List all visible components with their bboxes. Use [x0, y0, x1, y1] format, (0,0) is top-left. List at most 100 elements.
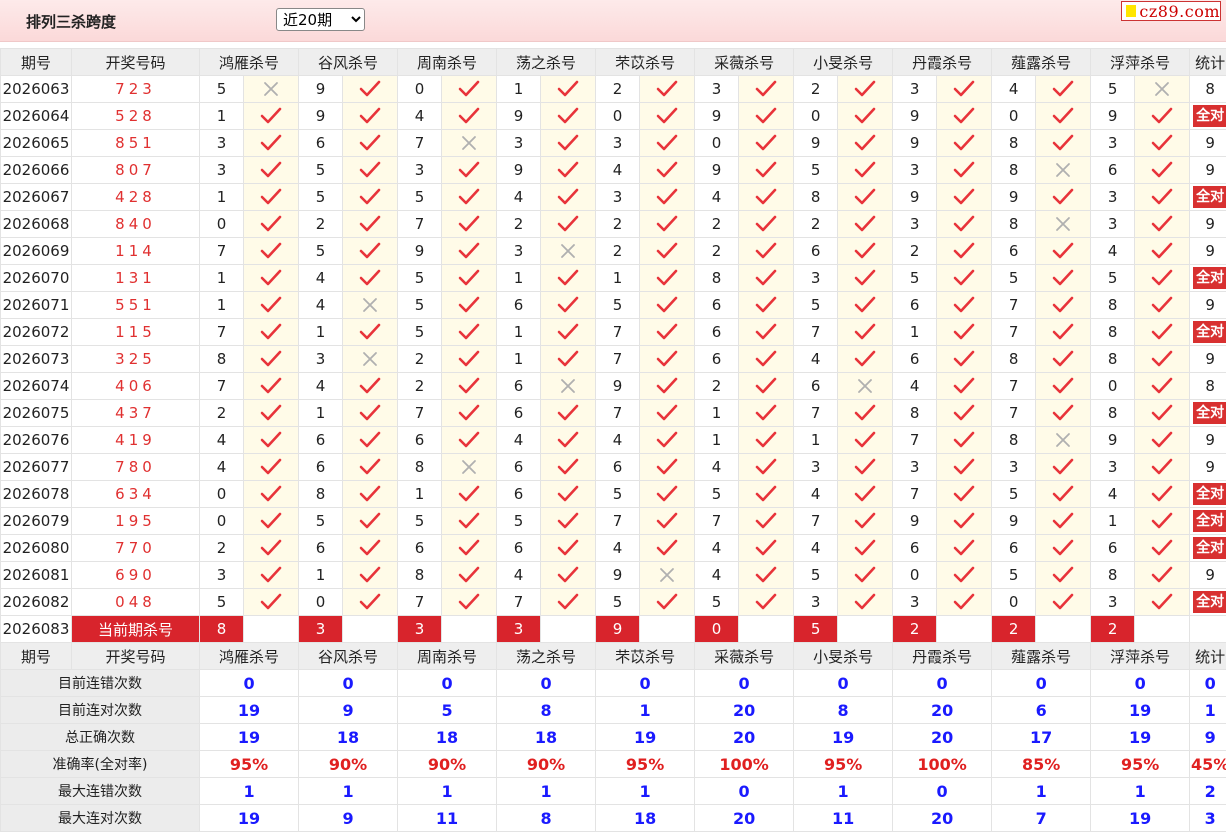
- check-icon: [854, 458, 876, 476]
- kill-number-cell: 6: [893, 346, 937, 373]
- kill-number-cell: 2: [596, 211, 640, 238]
- check-icon: [854, 269, 876, 287]
- stat-value: 5: [398, 697, 497, 724]
- kill-number-cell: 6: [497, 373, 541, 400]
- check-icon: [1052, 80, 1074, 98]
- hit-mark-cell: [640, 346, 695, 373]
- kill-number-cell: 4: [299, 292, 343, 319]
- table-row: 20260786340816554754全对: [1, 481, 1226, 508]
- kill-number-cell: 9: [1091, 103, 1135, 130]
- stat-total: 3: [1190, 805, 1226, 832]
- check-icon: [557, 296, 579, 314]
- kill-number-cell: 2: [398, 373, 442, 400]
- check-icon: [359, 80, 381, 98]
- period-range-select[interactable]: 近20期: [276, 8, 365, 31]
- kill-number-cell: 5: [695, 589, 739, 616]
- current-kill-number: 3: [497, 616, 541, 643]
- current-kill-number: 3: [398, 616, 442, 643]
- col-header-expert: 薤露杀号: [992, 49, 1091, 76]
- check-icon: [953, 242, 975, 260]
- kill-number-cell: 6: [497, 454, 541, 481]
- kill-number-cell: 0: [794, 103, 838, 130]
- check-icon: [755, 593, 777, 611]
- hit-mark-cell: [1135, 508, 1190, 535]
- current-kill-blank: [1135, 616, 1190, 643]
- check-icon: [260, 296, 282, 314]
- check-icon: [260, 323, 282, 341]
- kill-number-cell: 4: [695, 184, 739, 211]
- stat-value: 8: [794, 697, 893, 724]
- hit-mark-cell: [541, 319, 596, 346]
- kill-number-cell: 3: [497, 130, 541, 157]
- hit-mark-cell: [1135, 103, 1190, 130]
- kill-number-cell: 6: [398, 535, 442, 562]
- period-cell: 2026063: [1, 76, 72, 103]
- check-icon: [1052, 350, 1074, 368]
- check-icon: [755, 134, 777, 152]
- kill-number-cell: 5: [299, 184, 343, 211]
- hit-mark-cell: [739, 481, 794, 508]
- hit-mark-cell: [1135, 157, 1190, 184]
- hit-mark-cell: [640, 589, 695, 616]
- check-icon: [359, 134, 381, 152]
- check-icon: [854, 161, 876, 179]
- stat-row: 总正确次数191818181920192017199: [1, 724, 1226, 751]
- period-cell: 2026064: [1, 103, 72, 130]
- hit-mark-cell: [838, 76, 893, 103]
- check-icon: [557, 512, 579, 530]
- kill-number-cell: 5: [1091, 76, 1135, 103]
- kill-number-cell: 5: [992, 562, 1036, 589]
- current-kill-number: 2: [1091, 616, 1135, 643]
- hit-mark-cell: [640, 265, 695, 292]
- kill-number-cell: 4: [1091, 481, 1135, 508]
- check-icon: [953, 134, 975, 152]
- kill-number-cell: 5: [398, 265, 442, 292]
- check-icon: [1151, 512, 1173, 530]
- kill-number-cell: 8: [695, 265, 739, 292]
- hit-mark-cell: [244, 319, 299, 346]
- hit-mark-cell: [244, 130, 299, 157]
- check-icon: [656, 377, 678, 395]
- table-row: 20260674281554348993全对: [1, 184, 1226, 211]
- kill-number-cell: 4: [596, 157, 640, 184]
- stat-value: 95%: [1091, 751, 1190, 778]
- kill-number-cell: 3: [893, 211, 937, 238]
- stat-value: 1: [398, 778, 497, 805]
- hit-mark-cell: [541, 589, 596, 616]
- check-icon: [1052, 242, 1074, 260]
- kill-number-cell: 3: [299, 346, 343, 373]
- hit-mark-cell: [343, 427, 398, 454]
- current-kill-number: 0: [695, 616, 739, 643]
- stat-cell: 全对: [1190, 184, 1226, 211]
- current-kill-blank: [1036, 616, 1091, 643]
- kill-number-cell: 5: [794, 157, 838, 184]
- kill-number-cell: 9: [695, 157, 739, 184]
- table-row: 20260807702666444666全对: [1, 535, 1226, 562]
- check-icon: [458, 161, 480, 179]
- table-row: 202608169031849450589: [1, 562, 1226, 589]
- kill-number-cell: 4: [1091, 238, 1135, 265]
- kill-number-cell: 6: [1091, 157, 1135, 184]
- hit-mark-cell: [442, 562, 497, 589]
- kill-number-cell: 0: [200, 508, 244, 535]
- hit-mark-cell: [739, 400, 794, 427]
- table-row: 20260645281949090909全对: [1, 103, 1226, 130]
- hit-mark-cell: [343, 373, 398, 400]
- kill-number-cell: 6: [497, 292, 541, 319]
- current-period-cell: 2026083: [1, 616, 72, 643]
- site-logo[interactable]: cz89.com: [1121, 1, 1221, 21]
- stat-value: 100%: [695, 751, 794, 778]
- stat-value: 1: [794, 778, 893, 805]
- kill-number-cell: 5: [794, 292, 838, 319]
- kill-number-cell: 9: [893, 508, 937, 535]
- stat-total: 1: [1190, 697, 1226, 724]
- kill-number-cell: 1: [893, 319, 937, 346]
- kill-number-cell: 5: [596, 589, 640, 616]
- hit-mark-cell: [1135, 265, 1190, 292]
- kill-number-cell: 6: [794, 238, 838, 265]
- kill-number-cell: 0: [695, 130, 739, 157]
- kill-number-cell: 4: [794, 481, 838, 508]
- check-icon: [557, 269, 579, 287]
- check-icon: [359, 404, 381, 422]
- draw-number-cell: 528: [72, 103, 200, 130]
